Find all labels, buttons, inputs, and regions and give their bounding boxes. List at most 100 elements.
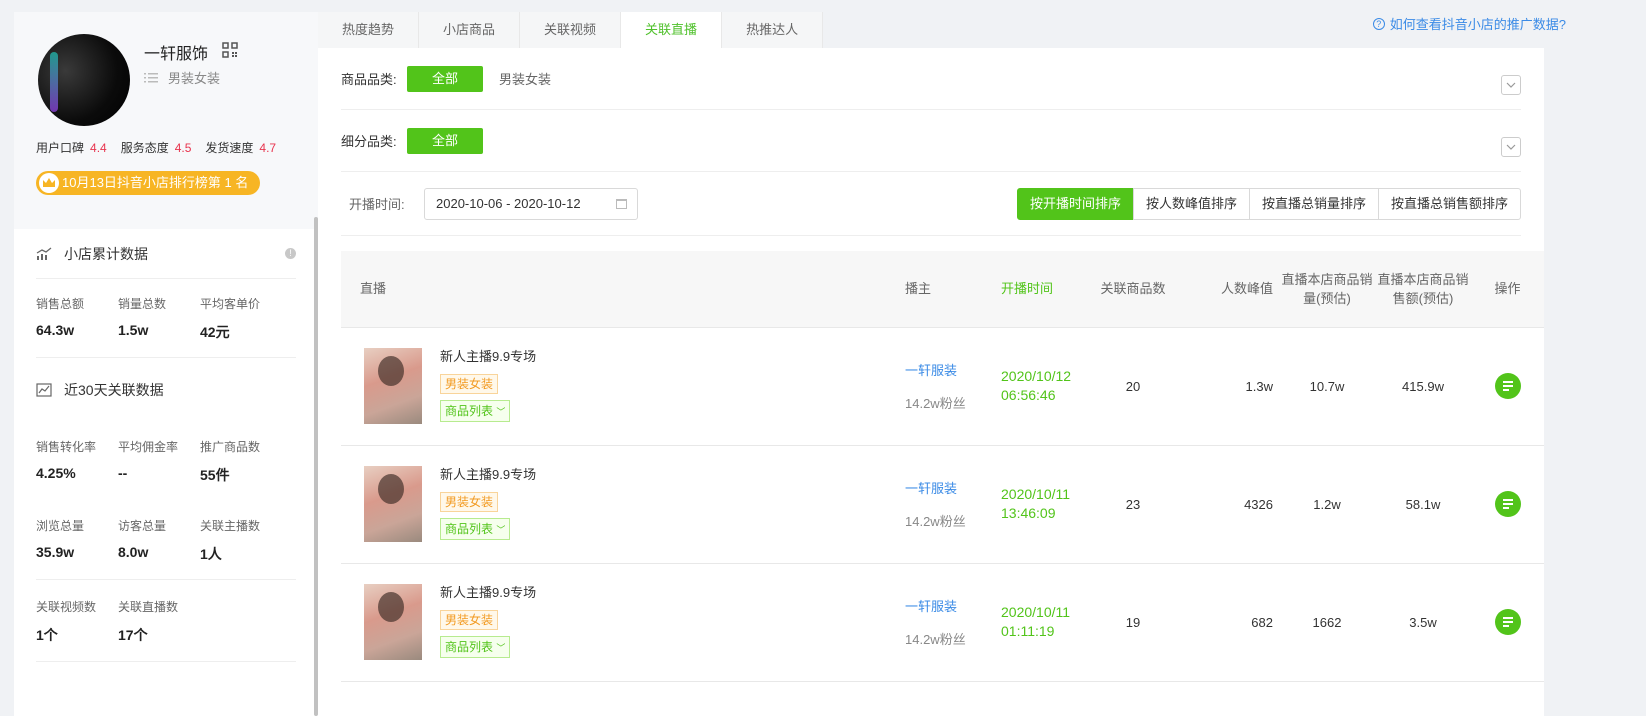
- details-list-icon[interactable]: [1494, 491, 1521, 517]
- stat-value: 42元: [200, 324, 230, 340]
- live-cell: 新人主播9.9专场 男装女装 商品列表 ﹀: [341, 563, 901, 681]
- stat-value: 4.25%: [36, 465, 76, 481]
- category-filter: 商品品类: 全部 男装女装: [341, 48, 1521, 110]
- goods-list-dropdown[interactable]: 商品列表 ﹀: [440, 636, 510, 658]
- goods-count-cell: 23: [1125, 496, 1141, 512]
- sort-by-sales-volume-button[interactable]: 按直播总销量排序: [1248, 188, 1379, 220]
- stat-item: 推广商品数 55件: [200, 438, 282, 501]
- goods-count-cell: 19: [1125, 614, 1141, 630]
- details-list-icon[interactable]: [1494, 609, 1521, 635]
- stat-label: 关联直播数: [118, 600, 179, 614]
- info-icon[interactable]: !: [285, 248, 296, 259]
- rating-value: 4.4: [90, 141, 107, 155]
- category-option[interactable]: 男装女装: [499, 69, 551, 88]
- shop-name: 一轩服饰: [144, 46, 209, 63]
- date-range-input[interactable]: 2020-10-06 - 2020-10-12: [424, 187, 638, 220]
- expand-subcategory-button[interactable]: [1501, 137, 1521, 157]
- shop-stats: 小店累计数据 ! 销售总额 64.3w 销量总数 1.5w 平均客单价 42元 近30…: [14, 229, 318, 662]
- tab-shop-goods[interactable]: 小店商品: [419, 12, 521, 48]
- peak-cell: 682: [1251, 614, 1273, 630]
- stat-label: 销售总额: [36, 297, 85, 311]
- question-icon: ?: [1372, 17, 1385, 30]
- cumulative-stats: 销售总额 64.3w 销量总数 1.5w 平均客单价 42元: [36, 279, 296, 358]
- tab-related-live[interactable]: 关联直播: [621, 12, 723, 48]
- host-fans: 14.2w粉丝: [905, 514, 966, 529]
- subcategory-all-button[interactable]: 全部: [407, 127, 483, 154]
- column-header-peak[interactable]: 人数峰值: [1183, 251, 1279, 327]
- qr-code-icon[interactable]: [222, 42, 238, 58]
- op-cell: [1471, 327, 1544, 445]
- sales-amount-cell: 3.5w: [1409, 614, 1437, 630]
- shop-ratings: 用户口碑 4.4 服务态度 4.5 发货速度 4.7: [36, 139, 290, 156]
- chevron-down-icon: [1506, 82, 1516, 88]
- peak-cell: 4326: [1244, 496, 1273, 512]
- start-clock: 13:46:09: [1001, 505, 1056, 521]
- details-list-icon[interactable]: [1494, 373, 1521, 399]
- stat-item: 销量总数 1.5w: [118, 295, 200, 357]
- stat-value: 35.9w: [36, 544, 75, 560]
- category-list-icon: [144, 73, 158, 83]
- stat-value: 1人: [200, 546, 222, 562]
- crown-icon: [39, 173, 59, 193]
- sort-by-peak-button[interactable]: 按人数峰值排序: [1132, 188, 1250, 220]
- host-name-link[interactable]: 一轩服装: [905, 596, 997, 615]
- goods-list-dropdown[interactable]: 商品列表 ﹀: [440, 518, 510, 540]
- stat-label: 平均佣金率: [118, 440, 179, 454]
- tab-heat-trend[interactable]: 热度趋势: [318, 12, 420, 48]
- rank-badge-text: 10月13日抖音小店排行榜第 1 名: [62, 175, 249, 190]
- host-name-link[interactable]: 一轩服装: [905, 478, 997, 497]
- rank-badge[interactable]: 10月13日抖音小店排行榜第 1 名: [36, 171, 261, 195]
- stat-value: 8.0w: [118, 544, 149, 560]
- column-header-sales-amount[interactable]: 直播本店商品销售额(预估): [1375, 251, 1471, 327]
- stat-item: 销售总额 64.3w: [36, 295, 118, 357]
- shop-avatar[interactable]: [38, 34, 130, 126]
- line-chart-icon: [36, 383, 52, 397]
- table-row: 新人主播9.9专场 男装女装 商品列表 ﹀ 一轩服装 14.2w粉丝 2020/…: [341, 445, 1544, 563]
- column-header-sales-volume[interactable]: 直播本店商品销量(预估): [1279, 251, 1375, 327]
- expand-category-button[interactable]: [1501, 75, 1521, 95]
- sort-by-start-time-button[interactable]: 按开播时间排序: [1016, 188, 1134, 220]
- stat-value: 17个: [118, 627, 148, 643]
- column-header-host: 播主: [905, 281, 932, 297]
- shop-sidebar: 一轩服饰 男装女装 用户口碑 4.4 服务态度 4.5 发货速度 4.7 10月13日抖音…: [14, 12, 318, 716]
- live-title[interactable]: 新人主播9.9专场: [440, 464, 536, 483]
- sales-volume-cell: 1.2w: [1313, 496, 1341, 512]
- cumulative-data-title: 小店累计数据 !: [36, 229, 296, 279]
- column-header-start-time[interactable]: 开播时间: [997, 251, 1083, 327]
- live-title[interactable]: 新人主播9.9专场: [440, 582, 536, 601]
- table-row: 新人主播9.9专场 男装女装 商品列表 ﹀ 一轩服装 14.2w粉丝 2020/…: [341, 327, 1544, 445]
- stat-item: 浏览总量 35.9w: [36, 517, 118, 579]
- goods-list-label: 商品列表: [445, 404, 494, 418]
- live-panel: 商品品类: 全部 男装女装 细分品类: 全部 开播时间: 2020-10-06 …: [318, 48, 1544, 716]
- trend-chart-icon: [36, 246, 52, 260]
- column-header-goods-count[interactable]: 关联商品数: [1083, 251, 1183, 327]
- sort-by-sales-amount-button[interactable]: 按直播总销售额排序: [1377, 188, 1521, 220]
- stat-item: 平均佣金率 --: [118, 438, 200, 501]
- sales-volume-cell: 10.7w: [1309, 378, 1345, 394]
- host-fans: 14.2w粉丝: [905, 632, 966, 647]
- start-time-cell: 2020/10/11 13:46:09: [997, 445, 1083, 563]
- live-thumbnail[interactable]: [364, 584, 422, 660]
- category-all-button[interactable]: 全部: [407, 65, 483, 92]
- recent-stats-row1: 销售转化率 4.25% 平均佣金率 -- 推广商品数 55件: [36, 422, 296, 501]
- tab-related-videos[interactable]: 关联视频: [520, 12, 622, 48]
- start-date: 2020/10/11: [1001, 604, 1071, 620]
- host-cell: 一轩服装 14.2w粉丝: [901, 327, 997, 445]
- start-date: 2020/10/11: [1001, 486, 1071, 502]
- stat-label: 浏览总量: [36, 519, 85, 533]
- table-row: 新人主播9.9专场 男装女装 商品列表 ﹀ 一轩服装 14.2w粉丝 2020/…: [341, 563, 1544, 681]
- stat-value: 55件: [200, 467, 230, 483]
- rating-label: 用户口碑: [36, 141, 85, 155]
- live-thumbnail[interactable]: [364, 466, 422, 542]
- op-cell: [1471, 445, 1544, 563]
- stat-label: 关联视频数: [36, 600, 97, 614]
- goods-list-label: 商品列表: [445, 522, 494, 536]
- live-title[interactable]: 新人主播9.9专场: [440, 346, 536, 365]
- goods-list-dropdown[interactable]: 商品列表 ﹀: [440, 400, 510, 422]
- host-name-link[interactable]: 一轩服装: [905, 360, 997, 379]
- stat-item: 销售转化率 4.25%: [36, 438, 118, 501]
- tab-hot-promoters[interactable]: 热推达人: [722, 12, 824, 48]
- help-link[interactable]: ? 如何查看抖音小店的推广数据?: [1372, 14, 1566, 33]
- live-thumbnail[interactable]: [364, 348, 422, 424]
- time-filter-row: 开播时间: 2020-10-06 - 2020-10-12 按开播时间排序 按人…: [341, 172, 1521, 236]
